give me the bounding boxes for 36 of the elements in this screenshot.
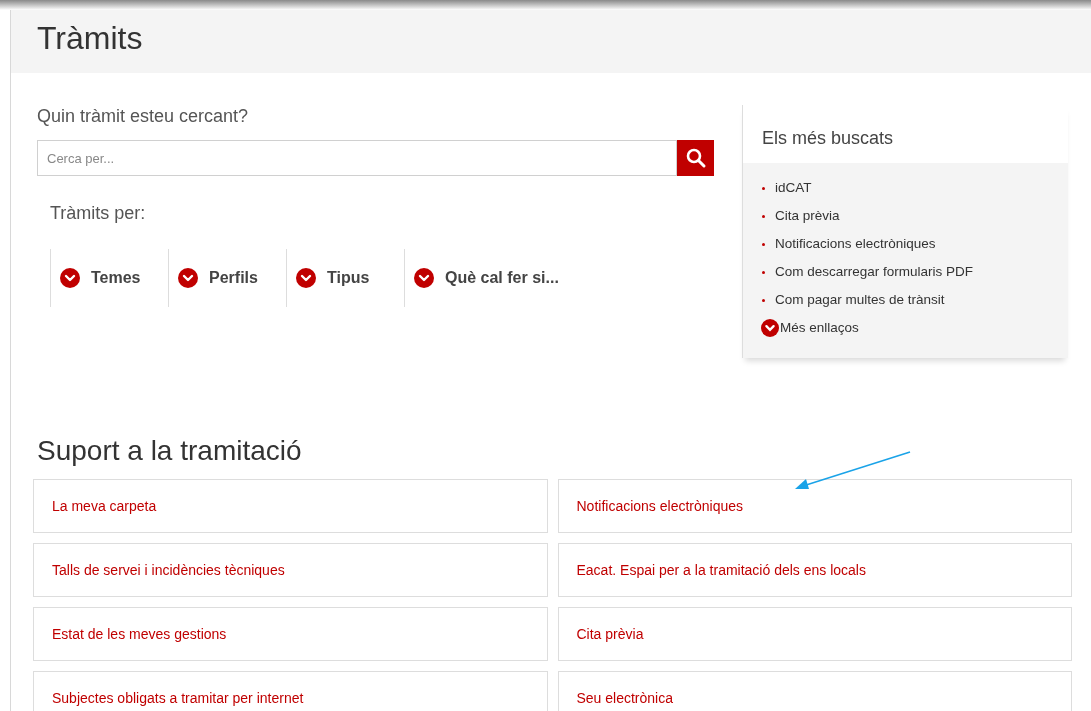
section-title: Suport a la tramitació — [37, 434, 302, 468]
more-links-toggle[interactable]: Més enllaços — [761, 314, 1068, 342]
search-button[interactable] — [677, 140, 714, 176]
bullet-icon — [762, 242, 765, 246]
search-field[interactable]: Cerca per... — [37, 140, 677, 176]
filters-title: Tràmits per: — [50, 202, 147, 225]
filter-toggle[interactable]: Temes — [50, 249, 168, 307]
support-link-card[interactable]: Eacat. Espai per a la tramitació dels ens locals — [557, 543, 1072, 597]
search-label: Quin tràmit esteu cercant? — [37, 105, 250, 128]
popular-link[interactable]: Cita prèvia — [775, 205, 840, 227]
popular-link[interactable]: Notificacions electròniques — [775, 233, 936, 255]
popular-link[interactable]: Com pagar multes de trànsit — [775, 289, 945, 311]
bullet-icon — [762, 214, 765, 218]
support-link-card[interactable]: Notificacions electròniques — [557, 479, 1072, 533]
chevron-down-icon — [296, 268, 316, 288]
popular-link[interactable]: Com descarregar formularis PDF — [775, 261, 974, 283]
page-title: Tràmits — [37, 19, 143, 58]
support-link-card[interactable]: Subjectes obligats a tramitar per internet — [33, 671, 548, 711]
chevron-down-icon — [178, 268, 198, 288]
bullet-icon — [762, 270, 765, 274]
chevron-down-icon — [60, 268, 80, 288]
chevron-down-icon — [414, 268, 434, 288]
filter-toggle[interactable]: Tipus — [286, 249, 404, 307]
support-link-card[interactable]: Talls de servei i incidències tècniques — [33, 543, 548, 597]
support-link-card[interactable]: Estat de les meves gestions — [33, 607, 548, 661]
support-link-card[interactable]: La meva carpeta — [33, 479, 548, 533]
support-link-card[interactable]: Cita prèvia — [557, 607, 1072, 661]
chevron-down-icon — [761, 319, 779, 337]
support-link-card[interactable]: Seu electrònica — [557, 671, 1072, 711]
popular-link[interactable]: idCAT — [775, 177, 812, 199]
filter-toggle[interactable]: Perfils — [168, 249, 286, 307]
filter-toggle[interactable]: Què cal fer si... — [404, 249, 575, 307]
bullet-icon — [762, 186, 765, 190]
search-icon — [684, 147, 707, 169]
panel-title: Els més buscats — [743, 105, 1068, 163]
bullet-icon — [762, 298, 765, 302]
